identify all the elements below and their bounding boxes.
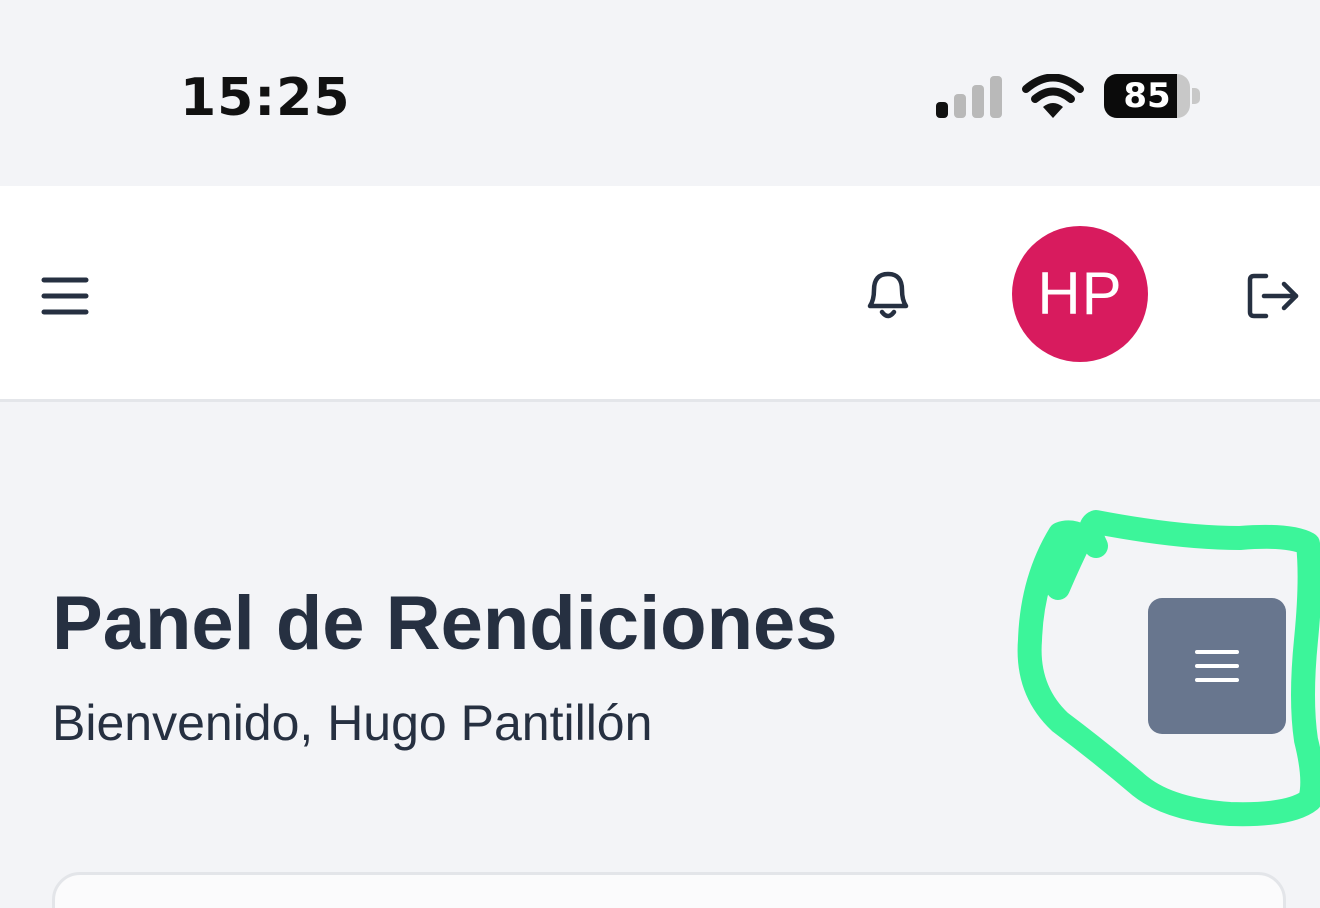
status-time: 15:25: [180, 68, 351, 128]
page-title: Panel de Rendiciones: [52, 581, 838, 666]
content-card: [52, 872, 1286, 908]
user-avatar[interactable]: HP: [1012, 226, 1148, 362]
menu-icon[interactable]: [36, 268, 94, 324]
menu-icon: [1195, 650, 1239, 682]
logout-icon[interactable]: [1240, 266, 1302, 326]
battery-tip: [1192, 88, 1200, 104]
welcome-subtitle: Bienvenido, Hugo Pantillón: [52, 695, 653, 751]
battery-level: 85: [1123, 76, 1171, 116]
options-menu-button[interactable]: [1148, 598, 1286, 734]
battery-icon: 85: [1104, 74, 1200, 120]
status-bar: 15:25 85: [0, 0, 1320, 186]
bell-icon[interactable]: [858, 266, 918, 326]
wifi-icon: [1022, 74, 1084, 118]
phone-screen: 15:25 85 HP Panel de Rendiciones Bienven…: [0, 0, 1320, 908]
signal-icon: [936, 76, 1002, 118]
battery-body: 85: [1104, 74, 1190, 118]
